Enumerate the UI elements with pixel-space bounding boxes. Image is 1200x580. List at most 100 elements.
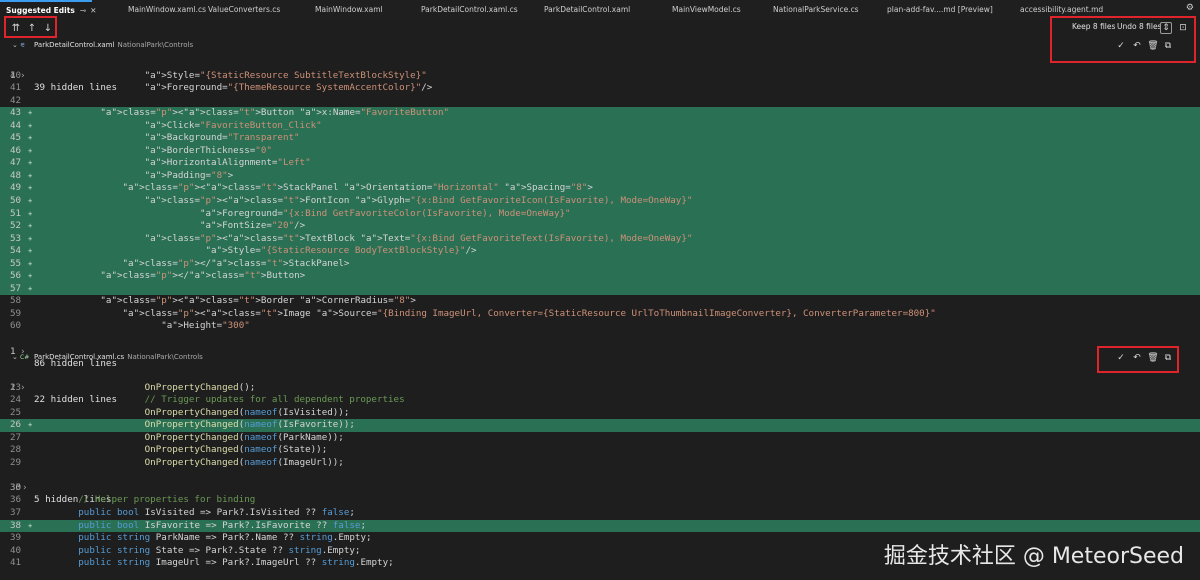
code-text: "a">class="p"><"a">class="t">TextBlock "… bbox=[144, 232, 693, 244]
tab-mainwindow-xaml[interactable]: MainWindow.xaml bbox=[283, 0, 393, 18]
added-code-line[interactable]: 46 + "a">BorderThickness="0" bbox=[0, 144, 1200, 158]
line-number: 36 bbox=[10, 494, 22, 506]
code-text: "a">class="p"><"a">class="t">FontIcon "a… bbox=[144, 195, 693, 207]
added-code-line[interactable]: 47 + "a">HorizontalAlignment="Left" bbox=[0, 157, 1200, 170]
line-number: 23 bbox=[10, 381, 22, 393]
added-code-line[interactable]: 48 + "a">Padding="8"> bbox=[0, 169, 1200, 183]
trash-icon[interactable]: 🗑 bbox=[1147, 352, 1159, 364]
tab-suggested-edits[interactable]: Suggested Edits ⊸ ✕ bbox=[0, 0, 96, 18]
added-code-line[interactable]: 44 + "a">Click="FavoriteButton_Click" bbox=[0, 119, 1200, 133]
code-line[interactable]: 59 "a">class="p"><"a">class="t">Image "a… bbox=[0, 308, 1200, 321]
chevron-down-icon[interactable]: ⌄ bbox=[12, 41, 20, 49]
arrow-down-icon[interactable]: ↓ bbox=[41, 21, 55, 35]
line-number: 48 bbox=[10, 169, 22, 181]
added-code-line[interactable]: 53 + "a">class="p"><"a">class="t">TextBlo… bbox=[0, 232, 1200, 246]
added-code-line[interactable]: 55 + "a">class="p"></"a">class="t">StackP… bbox=[0, 257, 1200, 271]
check-icon[interactable]: ✓ bbox=[1115, 40, 1127, 52]
code-line[interactable]: 24 // Trigger updates for all dependent … bbox=[0, 394, 1200, 407]
line-number: 54 bbox=[10, 245, 22, 257]
code-line[interactable]: 40 "a">Style="{StaticResource SubtitleTe… bbox=[0, 70, 1200, 83]
added-code-line[interactable]: 38 + public bool IsFavorite => Park?.IsFa… bbox=[0, 519, 1200, 533]
line-number: 40 bbox=[10, 69, 22, 81]
tab-parkdetailcontrol-xaml[interactable]: ParkDetailControl.xaml bbox=[518, 0, 635, 18]
added-marker: + bbox=[28, 134, 33, 143]
added-code-line[interactable]: 45 + "a">Background="Transparent" bbox=[0, 132, 1200, 145]
added-code-line[interactable]: 56 + "a">class="p"></"a">class="t">Button… bbox=[0, 270, 1200, 283]
code-line[interactable]: 42 bbox=[0, 95, 1200, 108]
code-text: OnPropertyChanged(nameof(IsVisited)); bbox=[144, 406, 350, 418]
code-line[interactable]: 41 "a">Foreground="{ThemeResource System… bbox=[0, 82, 1200, 95]
hidden-lines-row[interactable]: 1 › 39 hidden lines bbox=[0, 57, 1200, 94]
code-text: "a">HorizontalAlignment="Left" bbox=[144, 157, 311, 169]
open-file-icon[interactable]: ⧉ bbox=[1162, 352, 1174, 364]
line-number: 45 bbox=[10, 132, 22, 144]
collapse-unchanged-icon[interactable]: ⇕ bbox=[1160, 22, 1172, 34]
line-number: 38 bbox=[10, 519, 22, 531]
added-code-line[interactable]: 51 + "a">Foreground="{x:Bind GetFavoriteC… bbox=[0, 207, 1200, 221]
arrow-up-icon[interactable]: ↑ bbox=[25, 21, 39, 35]
tab-label: Suggested Edits bbox=[6, 5, 75, 15]
code-line[interactable]: 37 public bool IsVisited => Park?.IsVisi… bbox=[0, 507, 1200, 520]
code-text: "a">Style="{StaticResource BodyTextBlock… bbox=[205, 245, 477, 257]
added-code-line[interactable]: 49 + "a">class="p"><"a">class="t">StackPa… bbox=[0, 182, 1200, 196]
tab-accessibility-agent[interactable]: accessibility.agent.md bbox=[982, 0, 1104, 18]
code-line[interactable]: 29 OnPropertyChanged(nameof(ImageUrl)); bbox=[0, 457, 1200, 470]
code-text: public string ParkName => Park?.Name ?? … bbox=[78, 532, 372, 544]
file-header-xaml[interactable]: ⌄ ⚟ ParkDetailControl.xaml NationalPark\… bbox=[0, 38, 1200, 52]
code-line[interactable]: 23 OnPropertyChanged(); bbox=[0, 382, 1200, 395]
gear-icon[interactable]: ⚙ bbox=[1186, 3, 1194, 13]
line-number: 46 bbox=[10, 144, 22, 156]
tab-mainviewmodel-cs[interactable]: MainViewModel.cs bbox=[635, 0, 741, 18]
code-text: // Trigger updates for all dependent pro… bbox=[34, 394, 405, 406]
code-line[interactable]: 25 OnPropertyChanged(nameof(IsVisited)); bbox=[0, 407, 1200, 420]
undo-icon[interactable]: ↶ bbox=[1131, 40, 1143, 52]
undo-icon[interactable]: ↶ bbox=[1131, 352, 1143, 364]
pin-icon[interactable]: ⊸ bbox=[80, 6, 86, 15]
undo-all-files-button[interactable]: Undo 8 files bbox=[1117, 22, 1161, 31]
code-line[interactable]: 58 "a">class="p"><"a">class="t">Border "… bbox=[0, 295, 1200, 308]
added-code-line[interactable]: 57 + bbox=[0, 282, 1200, 296]
line-number: 43 bbox=[10, 107, 22, 119]
code-line[interactable]: 60 "a">Height="300" bbox=[0, 320, 1200, 333]
hidden-lines-row[interactable]: 1 › 22 hidden lines bbox=[0, 369, 1200, 406]
code-line[interactable]: 27 OnPropertyChanged(nameof(ParkName)); bbox=[0, 432, 1200, 445]
tab-nationalparkservice-cs[interactable]: NationalParkService.cs bbox=[736, 0, 859, 18]
tab-mainwindow-xaml-cs[interactable]: MainWindow.xaml.cs bbox=[92, 0, 206, 18]
line-number: 55 bbox=[10, 257, 22, 269]
code-line[interactable]: 35 bbox=[0, 482, 1200, 495]
chevron-double-up-icon[interactable]: ⇈ bbox=[9, 21, 23, 35]
tab-label: accessibility.agent.md bbox=[1020, 4, 1104, 14]
check-icon[interactable]: ✓ bbox=[1115, 352, 1127, 364]
code-text: OnPropertyChanged(nameof(ParkName)); bbox=[144, 431, 344, 443]
keep-all-files-button[interactable]: Keep 8 files bbox=[1072, 22, 1115, 31]
tab-plan-preview[interactable]: plan-add-fav....md [Preview] bbox=[849, 0, 993, 18]
suggested-edits-toolbar: ⇈ ↑ ↓ Keep 8 files Undo 8 files ⇕ ⊡ bbox=[0, 18, 1200, 38]
xaml-diff-view: 1 › 39 hidden lines 40 "a">Style="{Static… bbox=[0, 57, 1200, 370]
side-by-side-icon[interactable]: ⊡ bbox=[1177, 22, 1189, 34]
added-marker: + bbox=[28, 159, 33, 168]
line-number: 29 bbox=[10, 456, 22, 468]
file-header-cs[interactable]: ⌄ C# ParkDetailControl.xaml.cs NationalP… bbox=[0, 350, 1200, 364]
code-text: public string ImageUrl => Park?.ImageUrl… bbox=[78, 557, 394, 569]
added-code-line[interactable]: 54 + "a">Style="{StaticResource BodyTextB… bbox=[0, 245, 1200, 258]
code-text: OnPropertyChanged(nameof(State)); bbox=[144, 444, 328, 456]
chevron-down-icon[interactable]: ⌄ bbox=[12, 353, 20, 361]
added-marker: + bbox=[28, 259, 33, 268]
added-code-line[interactable]: 43 + "a">class="p"><"a">class="t">Button … bbox=[0, 107, 1200, 120]
added-code-line[interactable]: 52 + "a">FontSize="20"/> bbox=[0, 220, 1200, 233]
code-text: public bool IsFavorite => Park?.IsFavori… bbox=[78, 519, 366, 531]
hidden-lines-row[interactable]: 30 › 5 hidden lines bbox=[0, 469, 1200, 506]
code-line[interactable]: 36 // Helper properties for binding bbox=[0, 494, 1200, 507]
tab-valueconverters-cs[interactable]: ValueConverters.cs bbox=[186, 0, 283, 18]
code-text: "a">Background="Transparent" bbox=[144, 132, 300, 144]
added-code-line[interactable]: 26 + OnPropertyChanged(nameof(IsFavorite)… bbox=[0, 419, 1200, 432]
added-code-line[interactable]: 50 + "a">class="p"><"a">class="t">FontIco… bbox=[0, 195, 1200, 208]
code-line[interactable]: 28 OnPropertyChanged(nameof(State)); bbox=[0, 444, 1200, 457]
code-text: "a">Padding="8"> bbox=[144, 169, 234, 181]
open-file-icon[interactable]: ⧉ bbox=[1162, 40, 1174, 52]
tab-parkdetailcontrol-xaml-cs[interactable]: ParkDetailControl.xaml.cs bbox=[393, 0, 518, 18]
line-number: 50 bbox=[10, 195, 22, 207]
trash-icon[interactable]: 🗑 bbox=[1147, 40, 1159, 52]
hidden-lines-row[interactable]: 1 › 86 hidden lines bbox=[0, 333, 1200, 370]
code-text: "a">Foreground="{ThemeResource SystemAcc… bbox=[144, 82, 433, 94]
